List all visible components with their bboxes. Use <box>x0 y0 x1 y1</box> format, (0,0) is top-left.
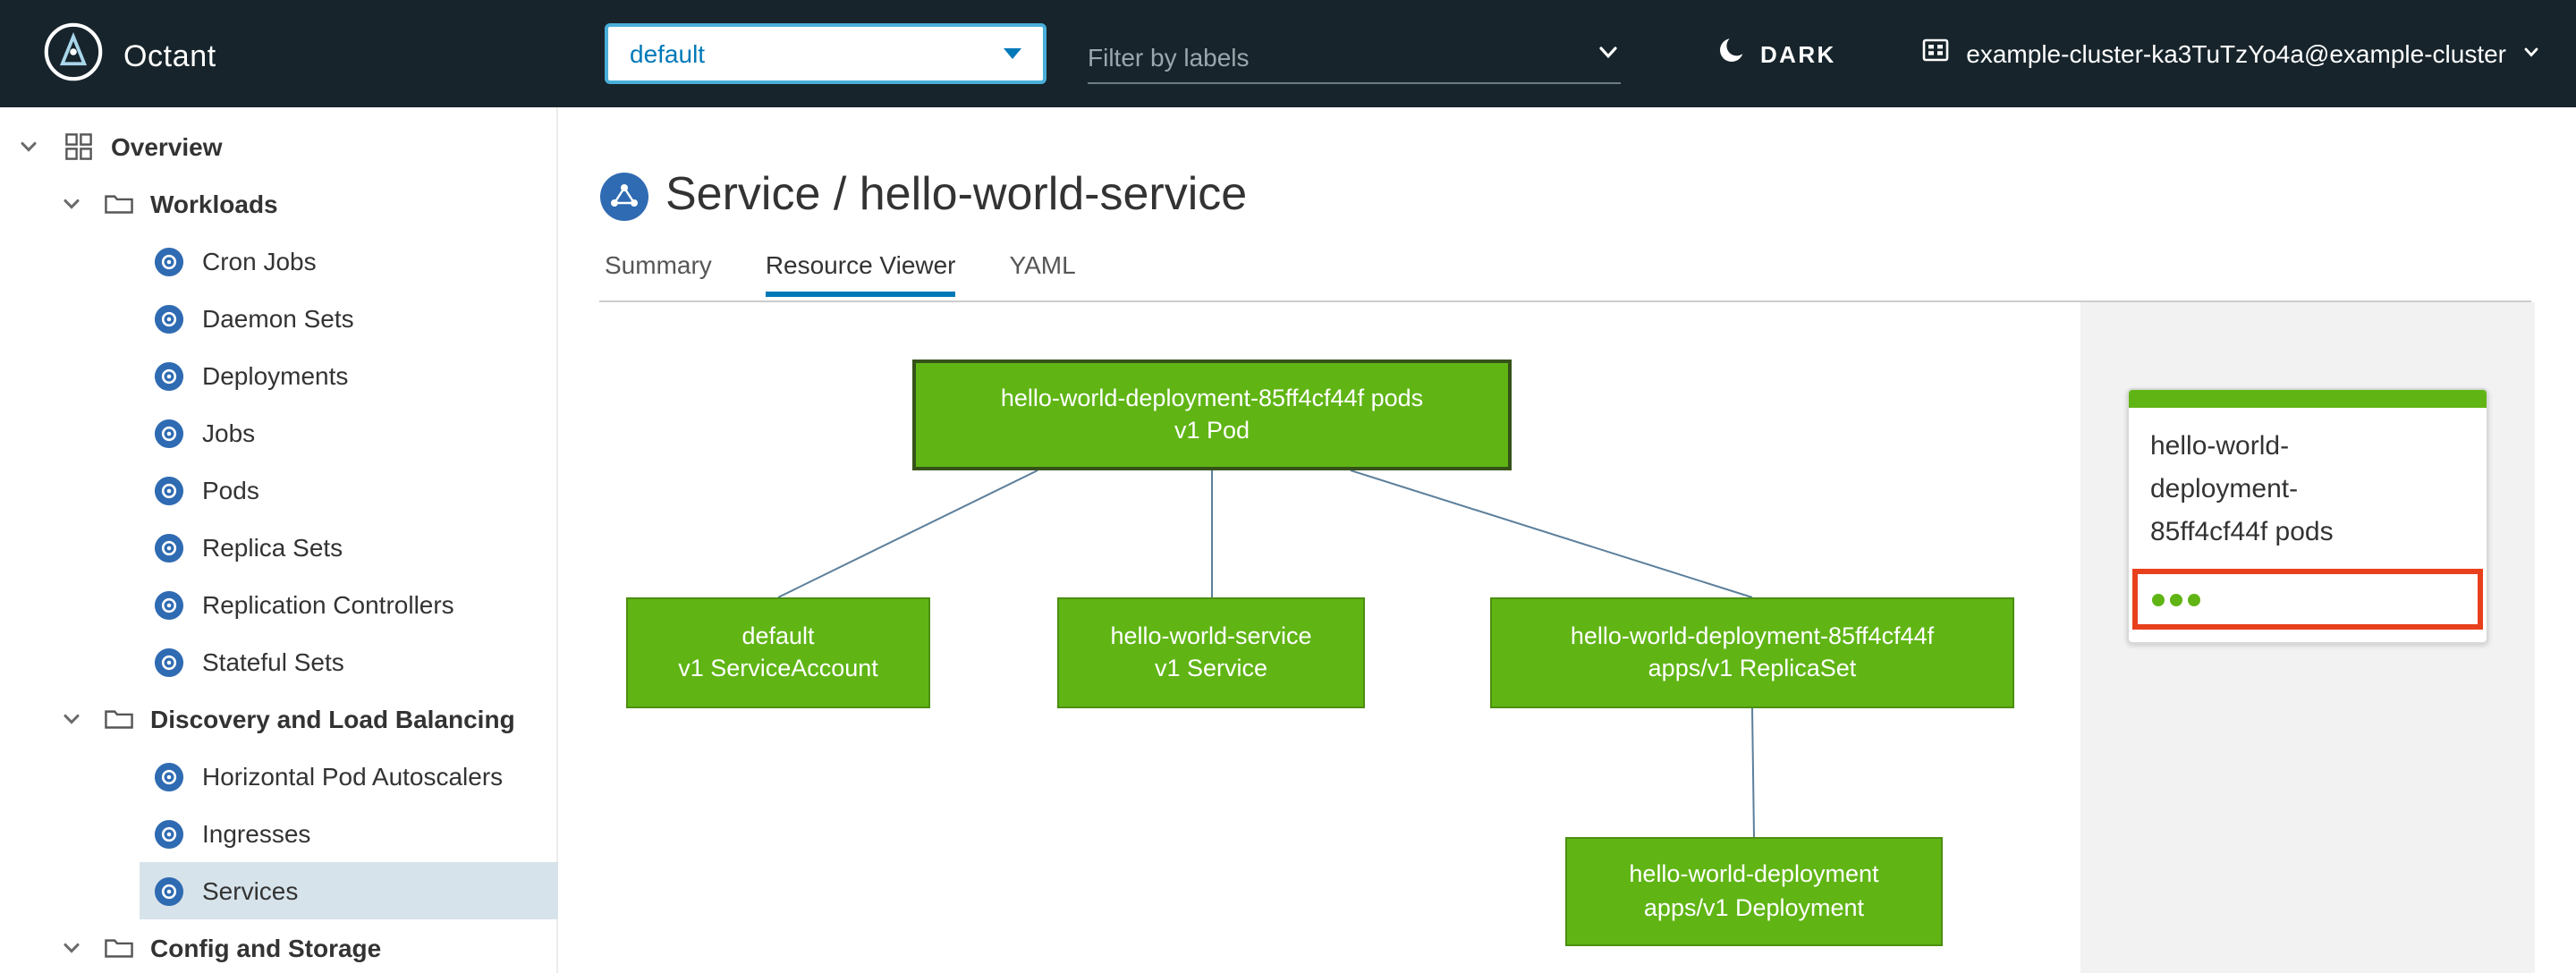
label-filter <box>1088 30 1621 84</box>
tab-bar: Summary Resource Viewer YAML <box>605 250 1076 297</box>
node-kind: apps/v1 Deployment <box>1643 893 1865 920</box>
folder-icon <box>104 935 134 960</box>
node-name: hello-world-deployment <box>1629 860 1879 888</box>
page-title: Service / hello-world-service <box>665 166 1248 220</box>
sidebar-item-replication-controllers[interactable]: Replication Controllers <box>140 576 558 633</box>
folder-icon <box>104 191 134 216</box>
replica-sets-icon <box>154 532 184 563</box>
pod-status-dot <box>2188 593 2200 605</box>
sidebar-item-label: Services <box>202 876 299 905</box>
node-name: hello-world-deployment-85ff4cf44f pods <box>1000 384 1424 411</box>
graph-node-deployment[interactable]: hello-world-deployment apps/v1 Deploymen… <box>1565 837 1943 946</box>
overview-icon <box>64 132 93 161</box>
sidebar-item-cron-jobs[interactable]: Cron Jobs <box>140 233 558 290</box>
sidebar-item-pods[interactable]: Pods <box>140 461 558 519</box>
sidebar-item-deployments[interactable]: Deployments <box>140 347 558 404</box>
sidebar-group-workloads[interactable]: Workloads <box>0 175 556 233</box>
sidebar-item-replica-sets[interactable]: Replica Sets <box>140 519 558 576</box>
sidebar-item-stateful-sets[interactable]: Stateful Sets <box>140 633 558 690</box>
cron-jobs-icon <box>154 246 184 276</box>
cluster-icon <box>1921 35 1950 72</box>
tab-resource-viewer[interactable]: Resource Viewer <box>765 250 956 297</box>
card-title: hello-world-deployment-85ff4cf44f pods <box>2150 431 2334 547</box>
chevron-down-icon <box>2522 38 2540 70</box>
chevron-down-icon[interactable] <box>61 193 82 215</box>
replication-controllers-icon <box>154 589 184 620</box>
sidebar-item-horizontal-pod-autoscalers[interactable]: Horizontal Pod Autoscalers <box>140 748 558 805</box>
tab-yaml[interactable]: YAML <box>1010 250 1076 297</box>
sidebar-group-config-and-storage[interactable]: Config and Storage <box>0 919 556 973</box>
node-kind: v1 ServiceAccount <box>678 655 878 681</box>
sidebar-item-services[interactable]: Services <box>140 862 558 919</box>
jobs-icon <box>154 418 184 448</box>
app-title: Octant <box>123 38 216 72</box>
namespace-value: default <box>630 39 706 68</box>
pod-status-dot <box>2152 593 2165 605</box>
sidebar-item-label: Config and Storage <box>150 934 382 962</box>
header-bar: Octant default DARK <box>0 0 2576 107</box>
sidebar-item-label: Replica Sets <box>202 533 343 562</box>
chevron-down-icon[interactable] <box>1596 39 1621 73</box>
chevron-down-icon[interactable] <box>18 136 39 157</box>
tab-summary[interactable]: Summary <box>605 250 712 297</box>
folder-icon <box>104 706 134 732</box>
sidebar-item-label: Ingresses <box>202 819 311 848</box>
sidebar-item-label: Workloads <box>150 190 278 218</box>
sidebar-item-label: Horizontal Pod Autoscalers <box>202 762 504 791</box>
resource-detail-panel: hello-world-deployment-85ff4cf44f pods <box>2080 302 2535 973</box>
context-label: example-cluster-ka3TuTzYo4a@example-clus… <box>1966 39 2506 68</box>
sidebar-item-label: Replication Controllers <box>202 590 454 619</box>
sidebar-group-discovery-and-load-balancing[interactable]: Discovery and Load Balancing <box>0 690 556 748</box>
chevron-down-icon[interactable] <box>61 937 82 959</box>
node-kind: v1 Service <box>1154 655 1268 681</box>
graph-node-service[interactable]: hello-world-service v1 Service <box>1057 597 1365 708</box>
brand[interactable]: Octant <box>43 21 216 91</box>
sidebar-item-label: Cron Jobs <box>202 247 317 275</box>
stateful-sets-icon <box>154 647 184 677</box>
label-filter-input[interactable] <box>1088 42 1553 71</box>
node-kind: v1 Pod <box>1174 417 1250 444</box>
theme-toggle[interactable]: DARK <box>1717 0 1836 107</box>
sidebar-item-jobs[interactable]: Jobs <box>140 404 558 461</box>
services-icon <box>154 876 184 906</box>
sidebar-item-ingresses[interactable]: Ingresses <box>140 805 558 862</box>
sidebar-item-label: Daemon Sets <box>202 304 354 333</box>
sidebar-nav: Overview Workloads Cron Jobs Daemon Sets <box>0 107 558 973</box>
theme-label: DARK <box>1760 40 1836 67</box>
service-icon <box>599 172 649 231</box>
node-name: default <box>741 622 815 649</box>
node-kind: apps/v1 ReplicaSet <box>1648 655 1857 681</box>
sidebar-item-label: Deployments <box>202 361 349 390</box>
daemon-sets-icon <box>154 303 184 334</box>
octant-app: Octant default DARK <box>0 0 2576 973</box>
sidebar-item-overview[interactable]: Overview <box>0 118 556 175</box>
horizontal-pod-autoscalers-icon <box>154 761 184 791</box>
dropdown-caret-icon <box>1004 48 1021 59</box>
deployments-icon <box>154 360 184 391</box>
pod-status-dot <box>2170 593 2182 605</box>
pod-group-card[interactable]: hello-world-deployment-85ff4cf44f pods <box>2127 388 2488 644</box>
octant-logo <box>43 21 104 91</box>
context-selector[interactable]: example-cluster-ka3TuTzYo4a@example-clus… <box>1921 0 2540 107</box>
pods-icon <box>154 475 184 505</box>
sidebar-item-label: Jobs <box>202 419 256 447</box>
graph-node-serviceaccount[interactable]: default v1 ServiceAccount <box>626 597 930 708</box>
node-name: hello-world-deployment-85ff4cf44f <box>1570 622 1935 649</box>
chevron-down-icon[interactable] <box>61 708 82 730</box>
sidebar-item-label: Discovery and Load Balancing <box>150 705 515 733</box>
node-name: hello-world-service <box>1110 622 1312 649</box>
pod-status-row[interactable] <box>2132 569 2483 630</box>
sidebar-item-label: Stateful Sets <box>202 647 344 676</box>
namespace-dropdown[interactable]: default <box>605 23 1046 84</box>
graph-node-replicaset[interactable]: hello-world-deployment-85ff4cf44f apps/v… <box>1490 597 2014 708</box>
moon-icon <box>1717 35 1747 72</box>
sidebar-item-label: Pods <box>202 476 259 504</box>
sidebar-item-label: Overview <box>111 132 223 161</box>
graph-node-pod[interactable]: hello-world-deployment-85ff4cf44f pods v… <box>912 360 1512 470</box>
card-status-bar <box>2129 390 2487 408</box>
ingresses-icon <box>154 818 184 849</box>
sidebar-item-daemon-sets[interactable]: Daemon Sets <box>140 290 558 347</box>
